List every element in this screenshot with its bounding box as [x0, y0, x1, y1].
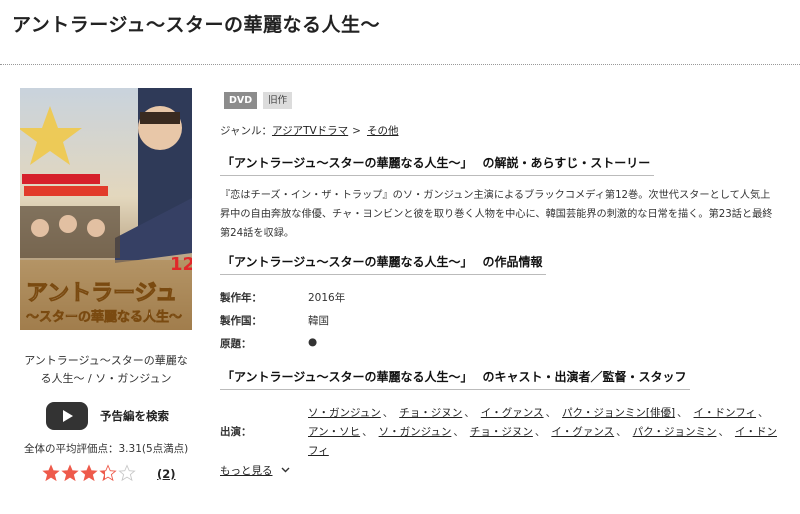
cover-image[interactable]: 12 アントラージュ 〜スターの華麗なる人生〜 [20, 88, 192, 330]
item-caption: アントラージュ〜スターの華麗なる人生〜 / ソ・ガンジュン [24, 354, 188, 385]
page-title: アントラージュ〜スターの華麗なる人生〜 [12, 14, 381, 36]
cast-link[interactable]: チョ・ジヌン [470, 426, 533, 438]
chevron-down-icon [281, 465, 290, 476]
trailer-search-label[interactable]: 予告編を検索 [100, 408, 169, 424]
cover-title: アントラージュ [26, 281, 177, 306]
info-value: 韓国 [308, 315, 329, 327]
genre-link-other[interactable]: その他 [367, 123, 399, 138]
cover-subtitle: 〜スターの華麗なる人生〜 [26, 309, 182, 325]
cast-separator: 、 [545, 407, 557, 419]
format-badges: DVD 旧作 [224, 92, 293, 109]
cast-separator: 、 [382, 407, 394, 419]
cast-heading: 「アントラージュ〜スターの華麗なる人生〜」 のキャスト・出演者／監督・スタッフ [220, 368, 691, 390]
info-heading-title: 「アントラージュ〜スターの華麗なる人生〜」 [222, 255, 473, 269]
genre-label: ジャンル： [220, 125, 272, 137]
show-more-link[interactable]: もっと見る [220, 463, 290, 478]
cast-list: ソ・ガンジュン、チョ・ジヌン、イ・グァンス、パク・ジョンミン[俳優]、イ・ドンフ… [308, 404, 778, 461]
dvd-badge: DVD [224, 92, 258, 109]
cast-link[interactable]: ソ・ガンジュン [308, 407, 381, 419]
star-icon [118, 464, 136, 482]
genre-link-asian-tv-drama[interactable]: アジアTVドラマ [272, 123, 348, 138]
cast-link[interactable]: イ・グァンス [481, 407, 544, 419]
cast-link[interactable]: ソ・ガンジュン [379, 426, 452, 438]
info-row-original-title: 原題： ● [220, 336, 317, 351]
info-value: ● [308, 336, 318, 348]
info-key: 製作年： [220, 292, 262, 304]
info-key: 製作国： [220, 315, 262, 327]
cast-separator: 、 [464, 407, 475, 419]
average-rating-text: 全体の平均評価点：3.31(5点満点) [24, 443, 189, 455]
synopsis-heading-suffix: の解説・あらすじ・ストーリー [482, 156, 651, 170]
cast-link[interactable]: パク・ジョンミン[俳優] [562, 407, 675, 419]
trailer-search-button[interactable]: 予告編を検索 [46, 402, 169, 430]
cast-separator: 、 [534, 426, 546, 438]
star-icon [80, 464, 98, 482]
cast-heading-suffix: のキャスト・出演者／監督・スタッフ [482, 370, 687, 384]
cast-separator: 、 [362, 426, 373, 438]
cast-link[interactable]: パク・ジョンミン [633, 426, 717, 438]
cast-link[interactable]: チョ・ジヌン [399, 407, 462, 419]
star-icon [42, 464, 60, 482]
genre-breadcrumb: ジャンル： アジアTVドラマ > その他 [220, 123, 398, 138]
info-value: 2016年 [308, 292, 346, 304]
info-row-year: 製作年： 2016年 [220, 290, 345, 305]
synopsis-text: 『恋はチーズ・イン・ザ・トラップ』のソ・ガンジュン主演によるブラックコメディ第1… [220, 190, 773, 239]
cast-label: 出演： [220, 426, 252, 438]
cast-link[interactable]: アン・ソヒ [308, 426, 360, 438]
cast-separator: 、 [758, 407, 769, 419]
cast-separator: 、 [616, 426, 627, 438]
play-icon[interactable] [46, 402, 88, 430]
synopsis-heading: 「アントラージュ〜スターの華麗なる人生〜」 の解説・あらすじ・ストーリー [220, 154, 655, 176]
star-icon [61, 464, 79, 482]
show-more-label[interactable]: もっと見る [220, 463, 273, 478]
info-heading: 「アントラージュ〜スターの華麗なる人生〜」 の作品情報 [220, 253, 547, 275]
synopsis-heading-title: 「アントラージュ〜スターの華麗なる人生〜」 [222, 156, 473, 170]
cast-heading-title: 「アントラージュ〜スターの華麗なる人生〜」 [222, 370, 473, 384]
cast-separator: 、 [718, 426, 729, 438]
cast-link[interactable]: イ・ドンフィ [694, 407, 756, 419]
cover-volume: 12 [170, 254, 192, 275]
header-divider [0, 64, 800, 65]
info-row-country: 製作国： 韓国 [220, 313, 329, 328]
genre-separator: > [352, 124, 361, 137]
cast-separator: 、 [453, 426, 464, 438]
cast-separator: 、 [677, 407, 688, 419]
rating-stars [42, 464, 137, 482]
review-count-link[interactable]: (2) [157, 467, 176, 481]
info-key: 原題： [220, 338, 252, 350]
old-release-badge: 旧作 [263, 92, 293, 109]
info-heading-suffix: の作品情報 [482, 255, 543, 269]
star-icon [99, 464, 117, 482]
cast-link[interactable]: イ・グァンス [551, 426, 614, 438]
